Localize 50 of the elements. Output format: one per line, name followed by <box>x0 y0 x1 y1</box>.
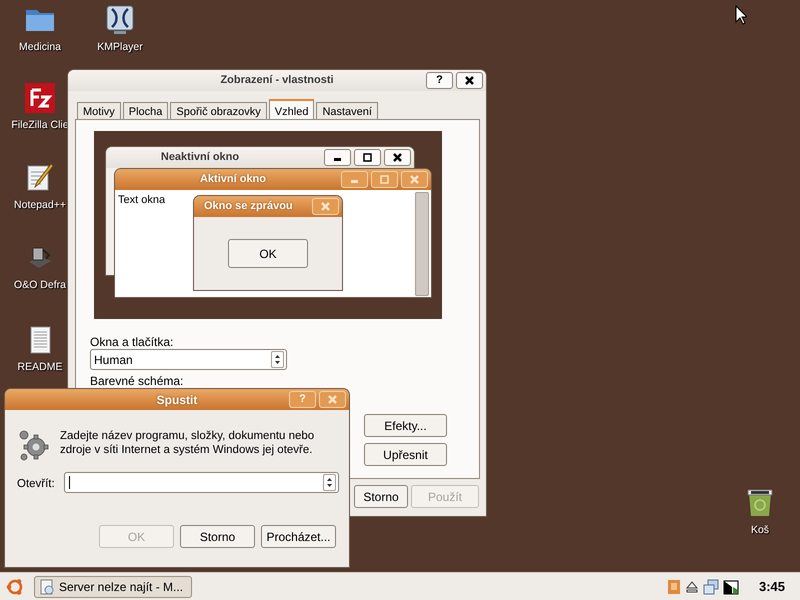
maximize-icon <box>363 153 372 162</box>
scrollbar[interactable] <box>415 192 429 296</box>
maximize-icon <box>380 175 389 184</box>
close-button[interactable] <box>384 149 411 166</box>
maximize-button[interactable] <box>354 149 381 166</box>
field-label: Barevné schéma: <box>90 373 184 390</box>
mouse-cursor-icon <box>735 5 747 25</box>
icon-label: KMPlayer <box>97 40 143 55</box>
browse-button[interactable]: Procházet... <box>261 525 336 548</box>
network-icon[interactable] <box>702 578 719 594</box>
field-label: Okna a tlačítka: <box>90 334 174 351</box>
field-label: Otevřít: <box>17 477 55 492</box>
spinner-arrows-icon <box>326 477 333 488</box>
style-dropdown[interactable]: Human <box>90 349 287 370</box>
open-field[interactable] <box>64 472 339 493</box>
media-player-icon[interactable] <box>104 4 136 36</box>
window-title: Zobrazení - vlastnosti <box>220 73 334 88</box>
window-title: Aktivní okno <box>200 172 266 188</box>
dialog-button[interactable]: Efekty... <box>364 414 447 437</box>
close-icon <box>465 76 474 85</box>
close-icon <box>393 153 402 162</box>
filezilla-icon[interactable] <box>24 82 56 114</box>
start-menu-icon[interactable] <box>6 578 24 596</box>
ok-button[interactable]: OK <box>228 239 308 268</box>
close-icon <box>321 202 330 211</box>
cancel-button[interactable]: Storno <box>180 525 255 548</box>
eject-icon[interactable] <box>684 580 699 594</box>
close-button[interactable] <box>456 72 483 89</box>
dialog-button[interactable]: Upřesnit <box>364 443 447 466</box>
window-title: Neaktivní okno <box>160 150 240 166</box>
taskbar-button[interactable]: Server nelze najít - M... <box>34 576 192 598</box>
document-icon <box>39 578 55 594</box>
window-title: Okno se zprávou <box>204 199 293 214</box>
clock[interactable]: 3:45 <box>758 576 785 596</box>
close-icon <box>328 395 337 404</box>
icon-label: README <box>18 360 62 375</box>
window-text: Text okna <box>118 193 166 208</box>
spinner-arrows-icon <box>274 354 281 365</box>
gear-icon <box>18 429 50 461</box>
icon-label: O&O Defra <box>14 278 66 293</box>
help-button[interactable]: ? <box>426 72 453 89</box>
tab[interactable]: Vzhled <box>268 99 314 121</box>
icon-label: Notepad++ <box>14 198 66 213</box>
window-title: Spustit <box>156 392 198 408</box>
close-icon <box>410 175 419 184</box>
minimize-button[interactable] <box>324 149 351 166</box>
description-text: Zadejte název programu, složky, dokumentu nebo zdroje v síti Internet a systém Windows jej otevře. <box>60 429 316 457</box>
icon-label: Koš <box>750 523 770 538</box>
cancel-button[interactable]: Storno <box>354 485 408 508</box>
icon-label: Medicina <box>18 40 62 55</box>
